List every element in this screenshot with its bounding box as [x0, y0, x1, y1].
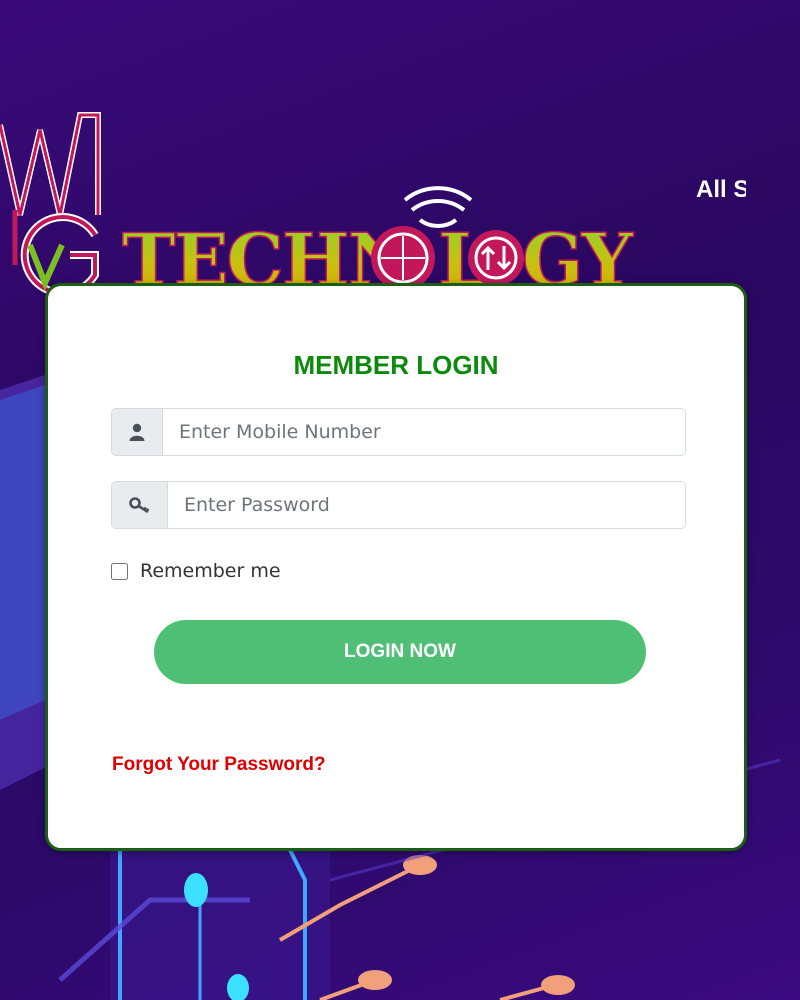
key-icon	[112, 482, 168, 528]
login-card: MEMBER LOGIN Remember me LOGIN NOW Forgo…	[45, 283, 747, 851]
mobile-number-input[interactable]	[163, 409, 685, 455]
user-icon	[112, 409, 163, 455]
mvg-technology-logo: TECHN L GY	[0, 112, 637, 295]
login-title: MEMBER LOGIN	[293, 350, 499, 380]
remember-me-checkbox[interactable]	[111, 562, 128, 580]
password-input[interactable]	[168, 482, 685, 528]
header-tagline: All S	[696, 176, 746, 203]
login-button[interactable]: LOGIN NOW	[154, 620, 646, 684]
remember-me[interactable]: Remember me	[111, 560, 281, 582]
forgot-password-link[interactable]: Forgot Your Password?	[112, 754, 326, 776]
mobile-input-group	[111, 408, 686, 456]
password-input-group	[111, 481, 686, 529]
remember-me-label: Remember me	[140, 560, 281, 582]
